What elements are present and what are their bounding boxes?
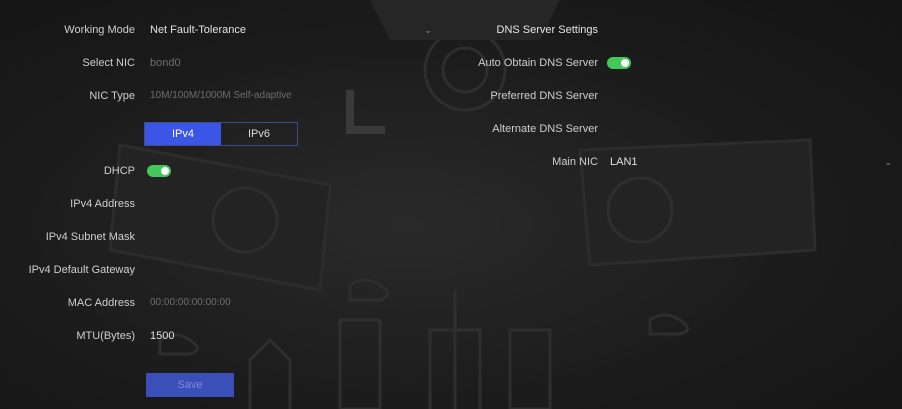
nic-type-select[interactable]: 10M/100M/1000M Self-adaptive bbox=[144, 86, 344, 104]
select-nic-value: bond0 bbox=[150, 57, 181, 69]
main-nic-label: Main NIC bbox=[552, 156, 598, 168]
nic-type-label: NIC Type bbox=[89, 90, 135, 102]
dhcp-label: DHCP bbox=[103, 165, 135, 177]
nic-type-value: 10M/100M/1000M Self-adaptive bbox=[150, 90, 292, 101]
mtu-field[interactable]: 1500 bbox=[144, 326, 344, 344]
select-nic-select[interactable]: bond0 bbox=[144, 53, 344, 71]
ip-version-tabs: IPv4 IPv6 bbox=[144, 122, 298, 146]
chevron-down-icon: ⌄ bbox=[424, 25, 432, 35]
working-mode-label: Working Mode bbox=[64, 24, 135, 36]
ipv4-default-gateway-field[interactable] bbox=[144, 260, 344, 278]
working-mode-value: Net Fault-Tolerance bbox=[150, 24, 246, 36]
tab-ipv4[interactable]: IPv4 bbox=[145, 123, 221, 145]
main-nic-select[interactable]: LAN1 ⌄ bbox=[604, 152, 896, 170]
ipv4-default-gateway-label: IPv4 Default Gateway bbox=[28, 264, 135, 276]
chevron-down-icon: ⌄ bbox=[884, 157, 892, 167]
main-nic-value: LAN1 bbox=[610, 156, 638, 168]
alternate-dns-field[interactable] bbox=[604, 119, 804, 137]
auto-obtain-dns-toggle[interactable] bbox=[607, 57, 631, 69]
dns-settings-heading: DNS Server Settings bbox=[496, 24, 598, 36]
dhcp-toggle[interactable] bbox=[147, 165, 171, 177]
tab-ipv6[interactable]: IPv6 bbox=[221, 123, 297, 145]
ipv4-address-label: IPv4 Address bbox=[70, 198, 135, 210]
mac-address-value: 00:00:00:00:00:00 bbox=[150, 297, 231, 308]
watermark-background bbox=[108, 0, 817, 409]
ipv4-subnet-mask-field[interactable] bbox=[144, 227, 344, 245]
mac-address-label: MAC Address bbox=[67, 297, 135, 309]
auto-obtain-dns-label: Auto Obtain DNS Server bbox=[478, 57, 598, 69]
ipv4-address-field[interactable] bbox=[144, 194, 344, 212]
network-settings-panel: Working Mode Net Fault-Tolerance ⌄ Selec… bbox=[0, 0, 902, 409]
select-nic-label: Select NIC bbox=[82, 57, 135, 69]
alternate-dns-label: Alternate DNS Server bbox=[492, 123, 598, 135]
ipv4-subnet-mask-label: IPv4 Subnet Mask bbox=[45, 231, 135, 243]
mtu-label: MTU(Bytes) bbox=[76, 330, 135, 342]
preferred-dns-field[interactable] bbox=[604, 86, 804, 104]
mac-address-field: 00:00:00:00:00:00 bbox=[144, 293, 344, 311]
preferred-dns-label: Preferred DNS Server bbox=[490, 90, 598, 102]
save-button[interactable]: Save bbox=[146, 373, 234, 397]
working-mode-select[interactable]: Net Fault-Tolerance ⌄ bbox=[144, 20, 436, 38]
mtu-value: 1500 bbox=[150, 330, 175, 342]
